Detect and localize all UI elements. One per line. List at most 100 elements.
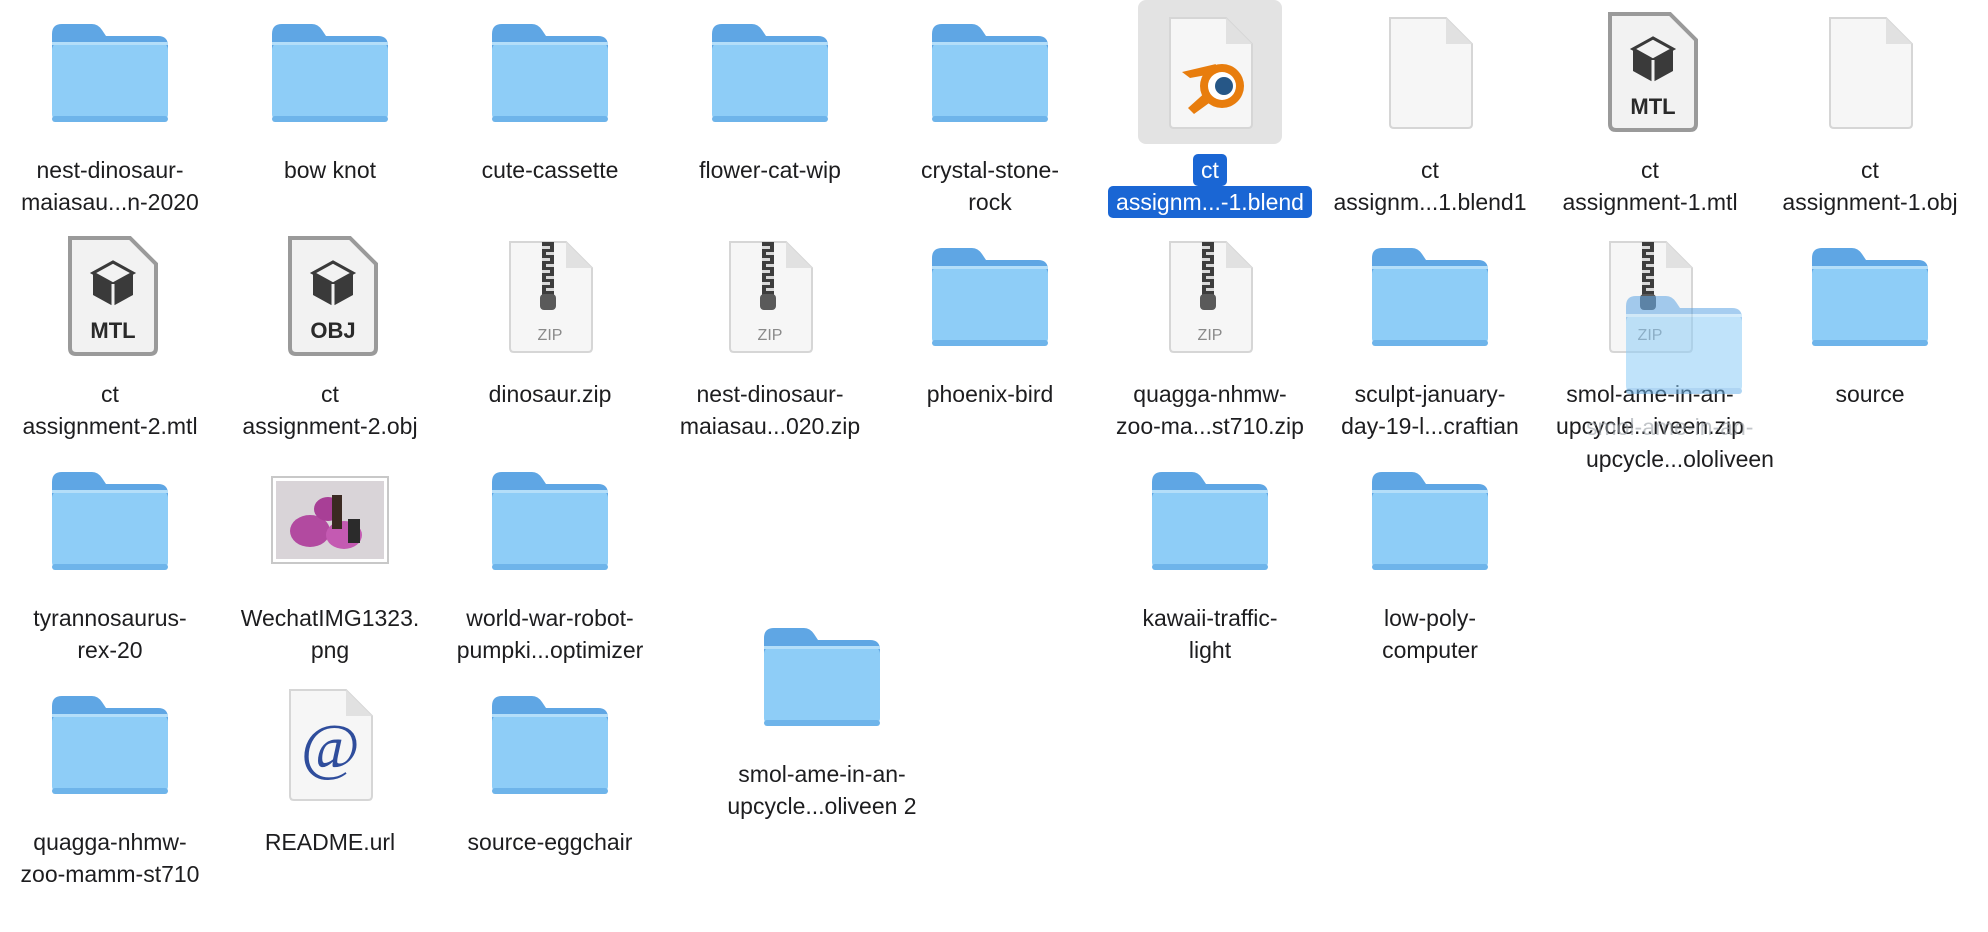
file-name-line: flower-cat-wip <box>699 157 841 183</box>
file-name-line: ct <box>1193 154 1227 186</box>
file-name-line: assignm...1.blend1 <box>1333 189 1527 215</box>
folder-icon[interactable] <box>478 0 622 144</box>
file-item[interactable]: ZIP dinosaur.zip <box>440 224 660 444</box>
file-name-line: crystal-stone- <box>920 157 1060 183</box>
obj-file-icon[interactable]: OBJ <box>258 224 402 368</box>
file-name-line: maiasau...020.zip <box>679 413 861 439</box>
file-name-line: cute-cassette <box>481 157 619 183</box>
file-name-line: computer <box>1382 637 1478 663</box>
file-item[interactable]: cute-cassette <box>440 0 660 220</box>
file-name-label: low-poly-computer <box>1320 602 1540 666</box>
file-name-line: smol-ame-in-an- <box>1566 381 1734 407</box>
file-name-line: kawaii-traffic- <box>1142 605 1278 631</box>
file-item[interactable]: flower-cat-wip <box>660 0 880 220</box>
file-name-line: source-eggchair <box>467 829 633 855</box>
svg-text:MTL: MTL <box>90 318 135 343</box>
folder-icon[interactable] <box>258 0 402 144</box>
file-name-label: WechatIMG1323. png <box>220 602 440 666</box>
file-item[interactable]: WechatIMG1323. png <box>220 448 440 668</box>
file-item[interactable]: ct assignment-1.obj <box>1760 0 1980 220</box>
file-item[interactable]: ct assignm...1.blend1 <box>1320 0 1540 220</box>
folder-icon[interactable] <box>750 604 894 748</box>
file-item[interactable]: phoenix-bird <box>880 224 1100 444</box>
svg-text:ZIP: ZIP <box>1638 327 1663 344</box>
folder-icon[interactable] <box>1138 448 1282 592</box>
file-name-label: ct assignm...-1.blend <box>1100 154 1320 218</box>
folder-icon[interactable] <box>1358 224 1502 368</box>
file-item[interactable]: source-eggchair <box>440 672 660 892</box>
file-item[interactable]: ZIP smol-ame-in-an-upcycle...iveen.zip <box>1540 224 1760 444</box>
file-name-line: assignment-2.obj <box>242 413 418 439</box>
zip-archive-icon[interactable]: ZIP <box>1138 224 1282 368</box>
folder-icon[interactable] <box>1358 448 1502 592</box>
file-item[interactable]: ZIP nest-dinosaur-maiasau...020.zip <box>660 224 880 444</box>
file-name-line: assignment-1.obj <box>1782 189 1958 215</box>
file-name-label: nest-dinosaur-maiasau...n-2020 <box>0 154 220 218</box>
blender-file-icon[interactable] <box>1138 0 1282 144</box>
file-name-line: nest-dinosaur- <box>696 381 844 407</box>
zip-archive-icon[interactable]: ZIP <box>478 224 622 368</box>
file-name-label: ct assignm...1.blend1 <box>1320 154 1540 218</box>
zip-archive-icon[interactable]: ZIP <box>1578 224 1722 368</box>
folder-icon[interactable] <box>1798 224 1942 368</box>
image-thumbnail-icon[interactable] <box>258 448 402 592</box>
file-name-label: README.url <box>220 826 440 858</box>
file-name-line: quagga-nhmw- <box>1133 381 1287 407</box>
mtl-file-icon[interactable]: MTL <box>1578 0 1722 144</box>
file-name-label: quagga-nhmw-zoo-mamm-st710 <box>0 826 220 890</box>
file-item[interactable]: quagga-nhmw-zoo-mamm-st710 <box>0 672 220 892</box>
folder-icon[interactable] <box>478 448 622 592</box>
file-item[interactable]: source <box>1760 224 1980 444</box>
file-item[interactable]: ct assignm...-1.blend <box>1100 0 1320 220</box>
file-item[interactable]: nest-dinosaur-maiasau...n-2020 <box>0 0 220 220</box>
file-name-line: nest-dinosaur- <box>36 157 184 183</box>
file-item[interactable]: tyrannosaurus-rex-20 <box>0 448 220 668</box>
folder-icon[interactable] <box>38 0 182 144</box>
file-item[interactable]: sculpt-january-day-19-l...craftian <box>1320 224 1540 444</box>
file-name-line: upcycle...oliveen 2 <box>727 793 917 819</box>
file-name-line: maiasau...n-2020 <box>21 189 199 215</box>
file-name-line: assignment-2.mtl <box>22 413 198 439</box>
file-name-label: source-eggchair <box>440 826 660 858</box>
file-name-line: README.url <box>264 829 396 855</box>
file-item[interactable]: smol-ame-in-an-upcycle...oliveen 2 <box>712 604 932 824</box>
file-item[interactable]: ZIP quagga-nhmw-zoo-ma...st710.zip <box>1100 224 1320 444</box>
file-item[interactable]: MTL ct assignment-2.mtl <box>0 224 220 444</box>
file-name-label: kawaii-traffic-light <box>1100 602 1320 666</box>
folder-icon[interactable] <box>918 0 1062 144</box>
drag-ghost-label: smol-ame-in-an- <box>1586 414 1754 440</box>
file-item[interactable]: OBJ ct assignment-2.obj <box>220 224 440 444</box>
file-name-line: source <box>1835 381 1905 407</box>
document-icon[interactable] <box>1798 0 1942 144</box>
file-item[interactable]: world-war-robot-pumpki...optimizer <box>440 448 660 668</box>
folder-icon[interactable] <box>478 672 622 816</box>
file-name-label: flower-cat-wip <box>660 154 880 186</box>
svg-text:MTL: MTL <box>1630 94 1675 119</box>
document-icon[interactable] <box>1358 0 1502 144</box>
mtl-file-icon[interactable]: MTL <box>38 224 182 368</box>
file-name-label: tyrannosaurus-rex-20 <box>0 602 220 666</box>
folder-icon[interactable] <box>698 0 842 144</box>
file-name-line: light <box>1188 637 1232 663</box>
file-item[interactable]: crystal-stone-rock <box>880 0 1100 220</box>
file-name-label: phoenix-bird <box>880 378 1100 410</box>
url-link-icon[interactable]: @ <box>258 672 402 816</box>
file-name-label: crystal-stone-rock <box>880 154 1100 218</box>
file-name-label: quagga-nhmw-zoo-ma...st710.zip <box>1100 378 1320 442</box>
folder-icon[interactable] <box>918 224 1062 368</box>
file-item[interactable]: @ README.url <box>220 672 440 892</box>
file-name-line: dinosaur.zip <box>488 381 612 407</box>
file-name-label: dinosaur.zip <box>440 378 660 410</box>
file-name-line: bow knot <box>283 157 377 183</box>
file-item[interactable]: low-poly-computer <box>1320 448 1540 668</box>
file-item[interactable]: bow knot <box>220 0 440 220</box>
zip-archive-icon[interactable]: ZIP <box>698 224 842 368</box>
file-name-label: world-war-robot-pumpki...optimizer <box>440 602 660 666</box>
file-name-line: sculpt-january- <box>1354 381 1506 407</box>
folder-icon[interactable] <box>38 448 182 592</box>
file-item[interactable]: kawaii-traffic-light <box>1100 448 1320 668</box>
file-item[interactable]: MTL ct assignment-1.mtl <box>1540 0 1760 220</box>
file-name-line: ct <box>1421 157 1439 183</box>
drag-ghost-label-line2: upcycle...ololiveen <box>1586 446 1774 472</box>
folder-icon[interactable] <box>38 672 182 816</box>
